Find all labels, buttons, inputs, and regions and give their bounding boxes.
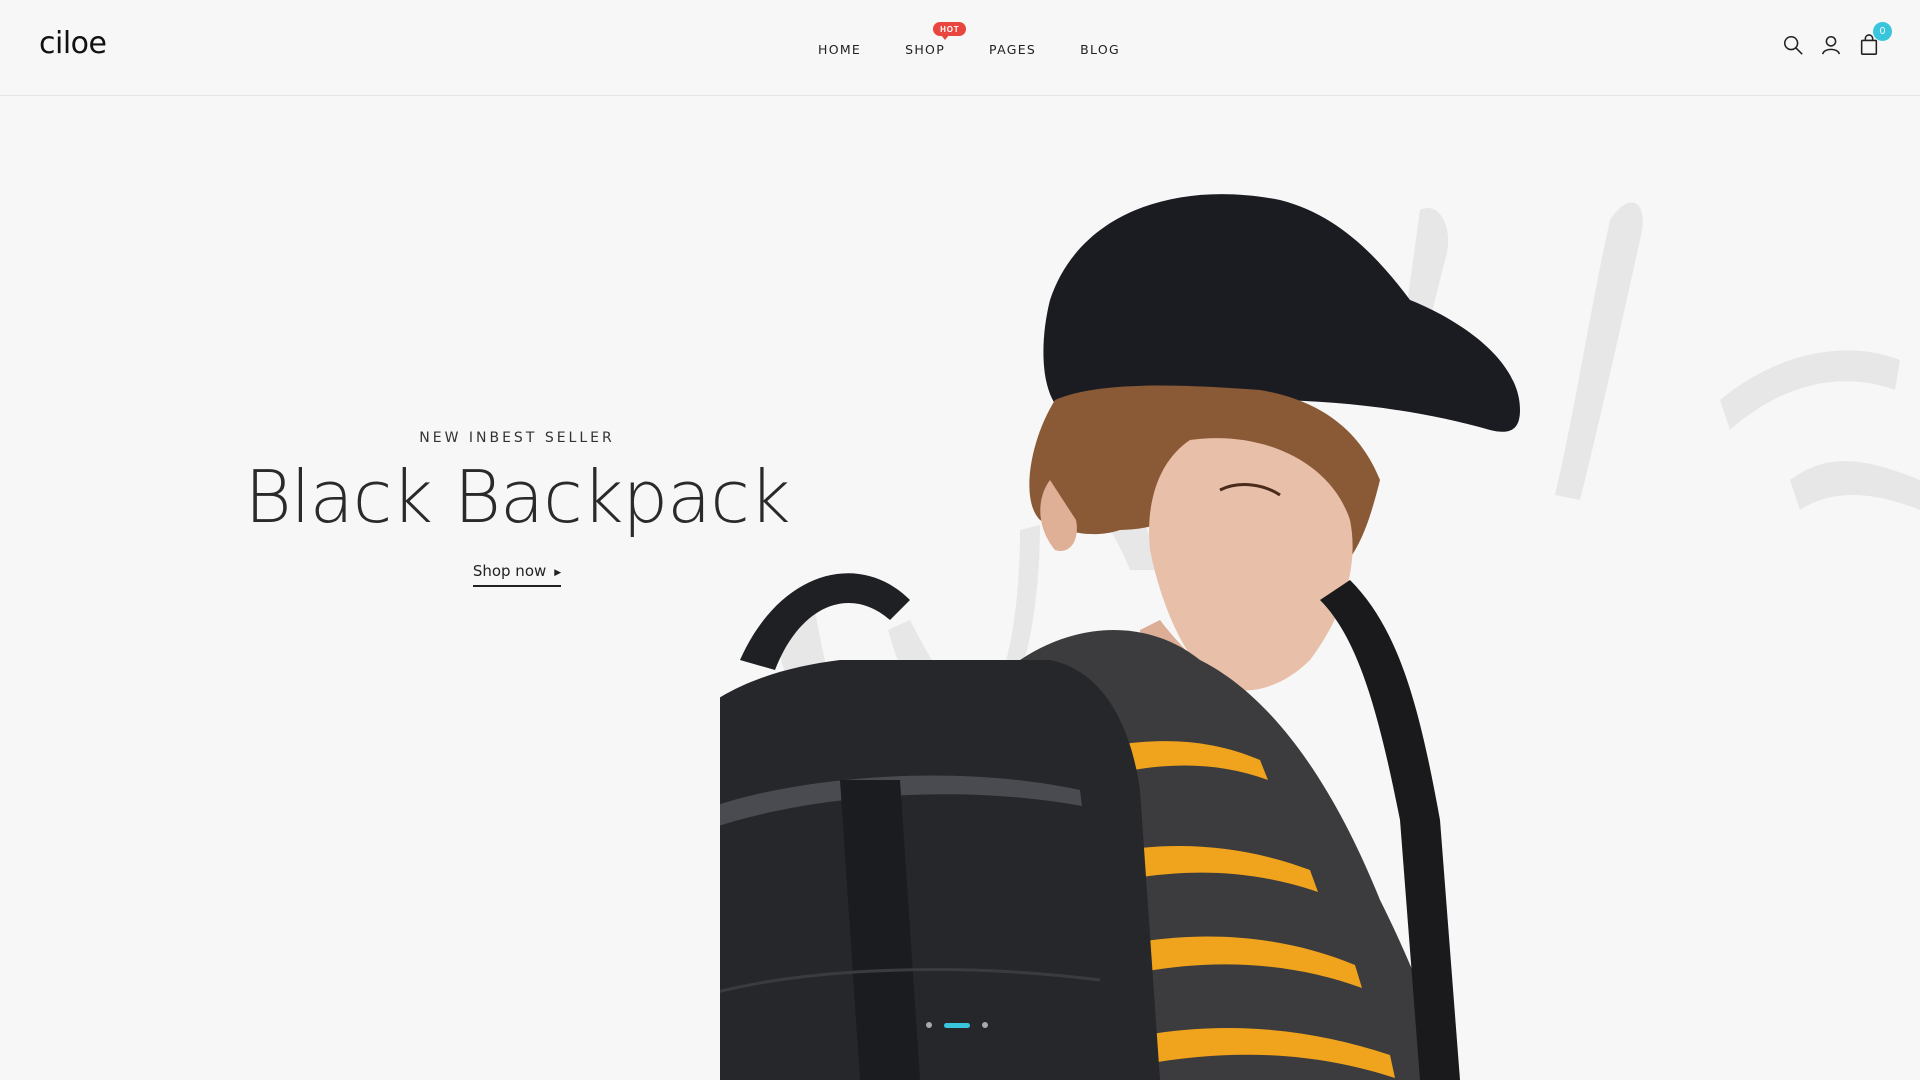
- hero-image: [720, 194, 1920, 1080]
- hero-subtitle: NEW INBEST SELLER: [419, 430, 615, 446]
- site-header: ciloe HOME SHOP HOT PAGES BLOG 0: [0, 0, 1920, 96]
- logo[interactable]: ciloe: [39, 26, 107, 61]
- caret-right-icon: ▶: [554, 567, 562, 578]
- search-icon[interactable]: [1782, 34, 1804, 58]
- hero-content: NEW INBEST SELLER Black Backpack Shop no…: [230, 430, 804, 587]
- header-icons: 0: [1782, 22, 1892, 58]
- slider-dot-active[interactable]: [944, 1022, 970, 1028]
- main-nav: HOME SHOP HOT PAGES BLOG: [818, 22, 1164, 57]
- nav-item-home[interactable]: HOME: [818, 42, 861, 57]
- hero-title: Black Backpack: [244, 455, 790, 539]
- shop-now-label: Shop now: [472, 561, 547, 580]
- nav-item-shop[interactable]: SHOP HOT: [905, 22, 967, 57]
- shopping-bag-icon[interactable]: 0: [1858, 22, 1892, 58]
- page: ciloe HOME SHOP HOT PAGES BLOG 0 NEW INB…: [0, 0, 1920, 1080]
- cart-count-badge: 0: [1873, 22, 1892, 41]
- nav-item-blog[interactable]: BLOG: [1080, 42, 1120, 57]
- nav-item-pages[interactable]: PAGES: [989, 42, 1036, 57]
- slider-dot[interactable]: [982, 1022, 988, 1028]
- nav-item-shop-label: SHOP: [905, 42, 946, 57]
- slider-pagination: [926, 1022, 988, 1028]
- shop-now-link[interactable]: Shop now ▶: [472, 561, 562, 587]
- boy-figure: [720, 194, 1520, 1080]
- slider-dot[interactable]: [926, 1022, 932, 1028]
- user-icon[interactable]: [1820, 34, 1842, 58]
- hot-badge: HOT: [933, 22, 967, 40]
